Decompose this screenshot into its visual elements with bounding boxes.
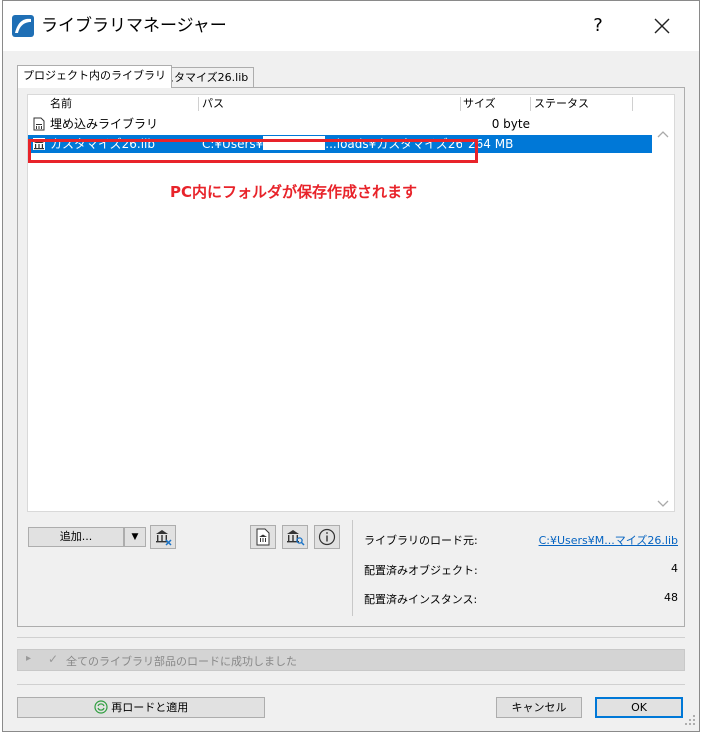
title-bar: ライブラリマネージャー ? bbox=[3, 1, 699, 51]
placed-objects-label: 配置済みオブジェクト: bbox=[364, 564, 478, 577]
library-search-button[interactable] bbox=[282, 525, 308, 549]
close-icon[interactable] bbox=[647, 11, 677, 41]
add-dropdown-button[interactable]: ▼ bbox=[124, 527, 146, 547]
column-header-size[interactable]: サイズ bbox=[463, 95, 496, 113]
library-document-button[interactable] bbox=[250, 525, 276, 549]
check-icon: ✓ bbox=[48, 652, 59, 666]
separator bbox=[17, 637, 685, 638]
load-source-label: ライブラリのロード元: bbox=[364, 534, 478, 547]
column-divider[interactable] bbox=[460, 97, 461, 111]
load-source-link[interactable]: C:¥Users¥M...マイズ26.lib bbox=[488, 532, 678, 548]
row-size: 0 byte bbox=[491, 117, 530, 131]
placed-objects-value: 4 bbox=[671, 562, 678, 575]
window-title: ライブラリマネージャー bbox=[41, 16, 227, 36]
column-divider[interactable] bbox=[632, 97, 633, 111]
expand-icon[interactable]: ▸ bbox=[26, 653, 31, 664]
library-list[interactable]: 名前 パス サイズ ステータス 埋め込みライブラリ 0 byte カスタマイズ2… bbox=[27, 94, 675, 512]
library-remove-icon bbox=[156, 530, 172, 546]
document-library-icon bbox=[33, 117, 45, 131]
placed-instances-label: 配置済みインスタンス: bbox=[364, 593, 478, 606]
column-header-path[interactable]: パス bbox=[202, 95, 224, 113]
info-button[interactable] bbox=[314, 525, 340, 549]
column-header-status[interactable]: ステータス bbox=[534, 95, 589, 113]
highlight-box bbox=[28, 139, 478, 163]
column-divider[interactable] bbox=[530, 97, 531, 111]
reload-apply-button[interactable]: 再ロードと適用 bbox=[17, 697, 265, 718]
tab-project-libraries[interactable]: プロジェクト内のライブラリ bbox=[17, 65, 172, 88]
list-item[interactable]: 埋め込みライブラリ 0 byte bbox=[28, 115, 652, 133]
scroll-up-icon[interactable] bbox=[656, 129, 670, 139]
resize-grip-icon[interactable] bbox=[683, 713, 697, 727]
scroll-down-icon[interactable] bbox=[656, 499, 670, 509]
ok-button[interactable]: OK bbox=[595, 697, 683, 718]
refresh-icon bbox=[94, 700, 108, 714]
add-button[interactable]: 追加... bbox=[28, 527, 124, 547]
status-text: 全てのライブラリ部品のロードに成功しました bbox=[66, 655, 297, 668]
annotation-note: PC内にフォルダが保存作成されます bbox=[170, 183, 418, 201]
cancel-button[interactable]: キャンセル bbox=[496, 697, 582, 718]
help-button[interactable]: ? bbox=[583, 13, 613, 39]
status-bar[interactable]: ▸ ✓ 全てのライブラリ部品のロードに成功しました bbox=[17, 649, 685, 671]
column-divider[interactable] bbox=[198, 97, 199, 111]
column-header-name[interactable]: 名前 bbox=[50, 95, 72, 113]
tab-panel: 名前 パス サイズ ステータス 埋め込みライブラリ 0 byte カスタマイズ2… bbox=[17, 87, 685, 627]
placed-instances-value: 48 bbox=[664, 591, 678, 604]
library-document-icon bbox=[256, 528, 270, 546]
archicad-app-icon bbox=[12, 15, 34, 37]
reload-apply-label: 再ロードと適用 bbox=[111, 701, 189, 714]
separator bbox=[17, 684, 685, 685]
info-divider bbox=[352, 520, 353, 616]
remove-library-button[interactable] bbox=[150, 525, 176, 549]
library-manager-dialog: ライブラリマネージャー ? プロジェクト内のライブラリ カスタマイズ26.lib… bbox=[2, 0, 700, 732]
library-magnify-icon bbox=[287, 530, 305, 546]
row-name: 埋め込みライブラリ bbox=[50, 117, 159, 131]
info-icon bbox=[318, 528, 336, 546]
